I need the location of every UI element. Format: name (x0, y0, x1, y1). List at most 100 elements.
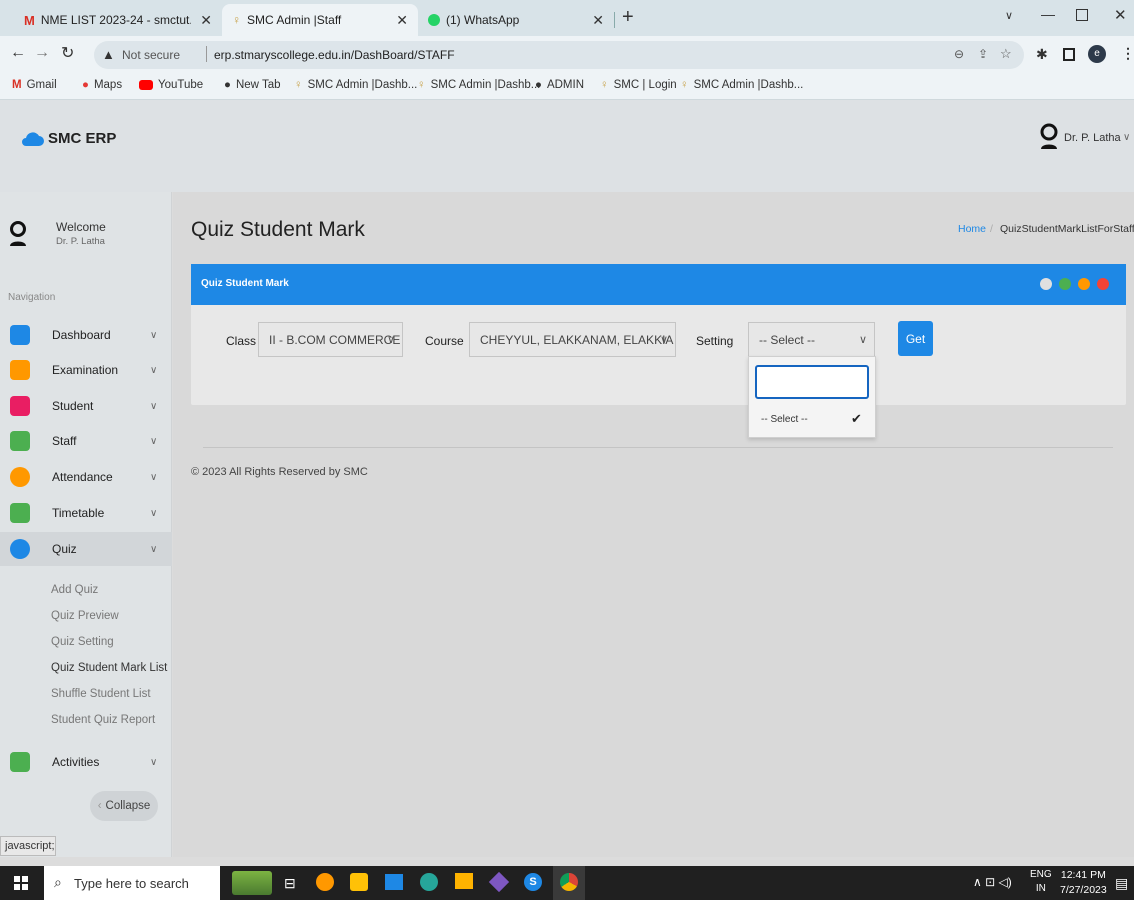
chevron-down-icon: ∨ (150, 543, 158, 555)
brand-title[interactable]: SMC ERP (48, 130, 116, 147)
gmail-icon: M (12, 79, 22, 91)
menu-icon[interactable]: ⋮ (1121, 45, 1134, 62)
mail-icon[interactable] (385, 874, 403, 890)
class-label: Class (226, 334, 257, 348)
minimize-button[interactable]: — (1041, 6, 1055, 22)
close-panel-icon[interactable] (1097, 278, 1109, 290)
bookmark-admin[interactable]: ● ADMIN (535, 79, 584, 91)
panel-title: Quiz Student Mark (201, 278, 289, 289)
chevron-left-icon: ‹ (97, 800, 102, 812)
sidebar-item-examination[interactable]: Examination ∨ (0, 353, 172, 387)
tab-smc-admin[interactable]: ♀ SMC Admin |Staff ✕ (222, 4, 418, 36)
sidebar-item-timetable[interactable]: Timetable ∨ (0, 496, 172, 530)
sidebar-item-attendance[interactable]: Attendance ∨ (0, 460, 172, 494)
task-view-icon[interactable]: ⊟ (284, 875, 296, 892)
user-avatar-icon[interactable] (1039, 123, 1059, 149)
tab-whatsapp[interactable]: (1) WhatsApp ✕ (418, 4, 614, 36)
bookmark-gmail[interactable]: M Gmail (12, 79, 57, 91)
share-icon[interactable]: ⇪ (978, 47, 988, 61)
smc-icon: ♀ (600, 79, 609, 91)
chrome-icon (560, 873, 578, 891)
bookmark-new-tab[interactable]: ● New Tab (224, 79, 281, 91)
submenu-shuffle-student-list[interactable]: Shuffle Student List (51, 688, 151, 700)
expand-icon[interactable] (1059, 278, 1071, 290)
sidebar-item-staff[interactable]: Staff ∨ (0, 424, 172, 458)
windows-taskbar: ⌕ Type here to search ⊟ S ∧ ⊡ ◁) ENG IN 1… (0, 866, 1134, 900)
user-avatar-icon (9, 220, 27, 246)
setting-label: Setting (696, 334, 734, 348)
course-select[interactable]: CHEYYUL, ELAKKANAM, ELAKKIA VAR/∨ (469, 322, 676, 357)
submenu-student-quiz-report[interactable]: Student Quiz Report (51, 714, 155, 726)
extensions-icon[interactable]: ✱ (1036, 46, 1048, 63)
reload-icon[interactable]: ↻ (61, 43, 74, 63)
bookmark-star-icon[interactable]: ☆ (1000, 46, 1012, 62)
class-select[interactable]: II - B.COM COMMERCE (S ∨ (258, 322, 403, 357)
get-button[interactable]: Get (898, 321, 933, 356)
edge-icon[interactable] (420, 873, 438, 891)
youtube-icon (139, 80, 153, 90)
gmail-icon: M (24, 12, 35, 28)
submenu-quiz-preview[interactable]: Quiz Preview (51, 610, 119, 622)
new-tab-button[interactable]: + (622, 6, 634, 29)
sidebar-item-quiz[interactable]: Quiz ∨ (0, 532, 172, 566)
close-tab-icon[interactable]: ✕ (396, 12, 408, 29)
bookmark-smc-1[interactable]: ♀ SMC Admin |Dashb... (294, 79, 417, 91)
bookmark-youtube[interactable]: YouTube (139, 79, 203, 91)
tab-gmail[interactable]: M NME LIST 2023-24 - smctut.erp2( ✕ (14, 4, 222, 36)
chevron-down-icon: ∨ (386, 334, 395, 346)
submenu-quiz-student-mark-list[interactable]: Quiz Student Mark List (51, 662, 167, 674)
sidebar-item-dashboard[interactable]: Dashboard ∨ (0, 318, 172, 352)
minimize-panel-icon[interactable] (1078, 278, 1090, 290)
security-label[interactable]: Not secure (122, 48, 180, 62)
breadcrumb-home[interactable]: Home (958, 223, 986, 235)
windows-start-icon[interactable] (14, 876, 28, 890)
forward-icon[interactable]: → (34, 44, 50, 62)
bookmark-smc-2[interactable]: ♀ SMC Admin |Dashb... (417, 79, 540, 91)
user-name[interactable]: Dr. P. Latha (1064, 132, 1121, 144)
back-icon[interactable]: ← (10, 44, 26, 62)
sidebar-item-student[interactable]: Student ∨ (0, 389, 172, 423)
bookmark-smc-login[interactable]: ♀ SMC | Login (600, 79, 677, 91)
close-window-button[interactable]: ✕ (1114, 6, 1127, 24)
bookmark-maps[interactable]: ● Maps (82, 79, 122, 91)
address-bar[interactable]: ▲ Not secure erp.stmaryscollege.edu.in/D… (94, 41, 1024, 69)
dropdown-search-input[interactable] (755, 365, 869, 399)
chevron-down-icon: ∨ (150, 756, 158, 768)
collapse-button[interactable]: ‹ Collapse (90, 791, 158, 821)
calculator-icon[interactable] (350, 873, 368, 891)
url-text[interactable]: erp.stmaryscollege.edu.in/DashBoard/STAF… (214, 48, 455, 62)
submenu-add-quiz[interactable]: Add Quiz (51, 584, 98, 596)
breadcrumb-separator: / (990, 223, 993, 235)
skype-icon[interactable]: S (524, 873, 542, 891)
chevron-down-icon: ∨ (150, 435, 158, 447)
close-tab-icon[interactable]: ✕ (592, 12, 604, 29)
taskbar-search[interactable]: ⌕ Type here to search (44, 866, 220, 900)
setting-select[interactable]: -- Select -- ∨ (748, 322, 875, 357)
system-tray-icons[interactable]: ∧ ⊡ ◁) (973, 875, 1012, 889)
zoom-icon[interactable]: ⊖ (954, 47, 964, 61)
chevron-down-icon: ∨ (150, 471, 158, 483)
sidebar-item-activities[interactable]: Activities ∨ (0, 745, 172, 779)
news-weather-icon[interactable] (232, 871, 272, 895)
submenu-quiz-setting[interactable]: Quiz Setting (51, 636, 114, 648)
profile-avatar[interactable]: e (1088, 45, 1106, 63)
welcome-label: Welcome (56, 220, 106, 234)
close-tab-icon[interactable]: ✕ (200, 12, 212, 29)
tab-search-icon[interactable]: ∨ (1005, 9, 1013, 22)
store-icon[interactable] (488, 871, 510, 893)
c-app-icon[interactable] (316, 873, 334, 891)
refresh-icon[interactable] (1040, 278, 1052, 290)
language-indicator[interactable]: ENG IN (1030, 869, 1052, 894)
chrome-taskbar-button[interactable] (553, 866, 585, 900)
navigation-heading: Navigation (8, 292, 56, 303)
chevron-down-icon: ∨ (659, 334, 668, 346)
chevron-down-icon[interactable]: ∨ (1123, 132, 1130, 143)
maximize-button[interactable] (1076, 9, 1088, 21)
notification-icon[interactable]: ▤ (1115, 875, 1128, 892)
clock[interactable]: 12:41 PM 7/27/2023 (1060, 869, 1107, 896)
side-panel-icon[interactable] (1063, 48, 1075, 61)
dropdown-option[interactable]: -- Select -- ✔ (749, 407, 875, 435)
file-explorer-icon[interactable] (455, 873, 473, 889)
bookmark-smc-3[interactable]: ♀ SMC Admin |Dashb... (680, 79, 803, 91)
smc-icon: ♀ (232, 13, 241, 27)
